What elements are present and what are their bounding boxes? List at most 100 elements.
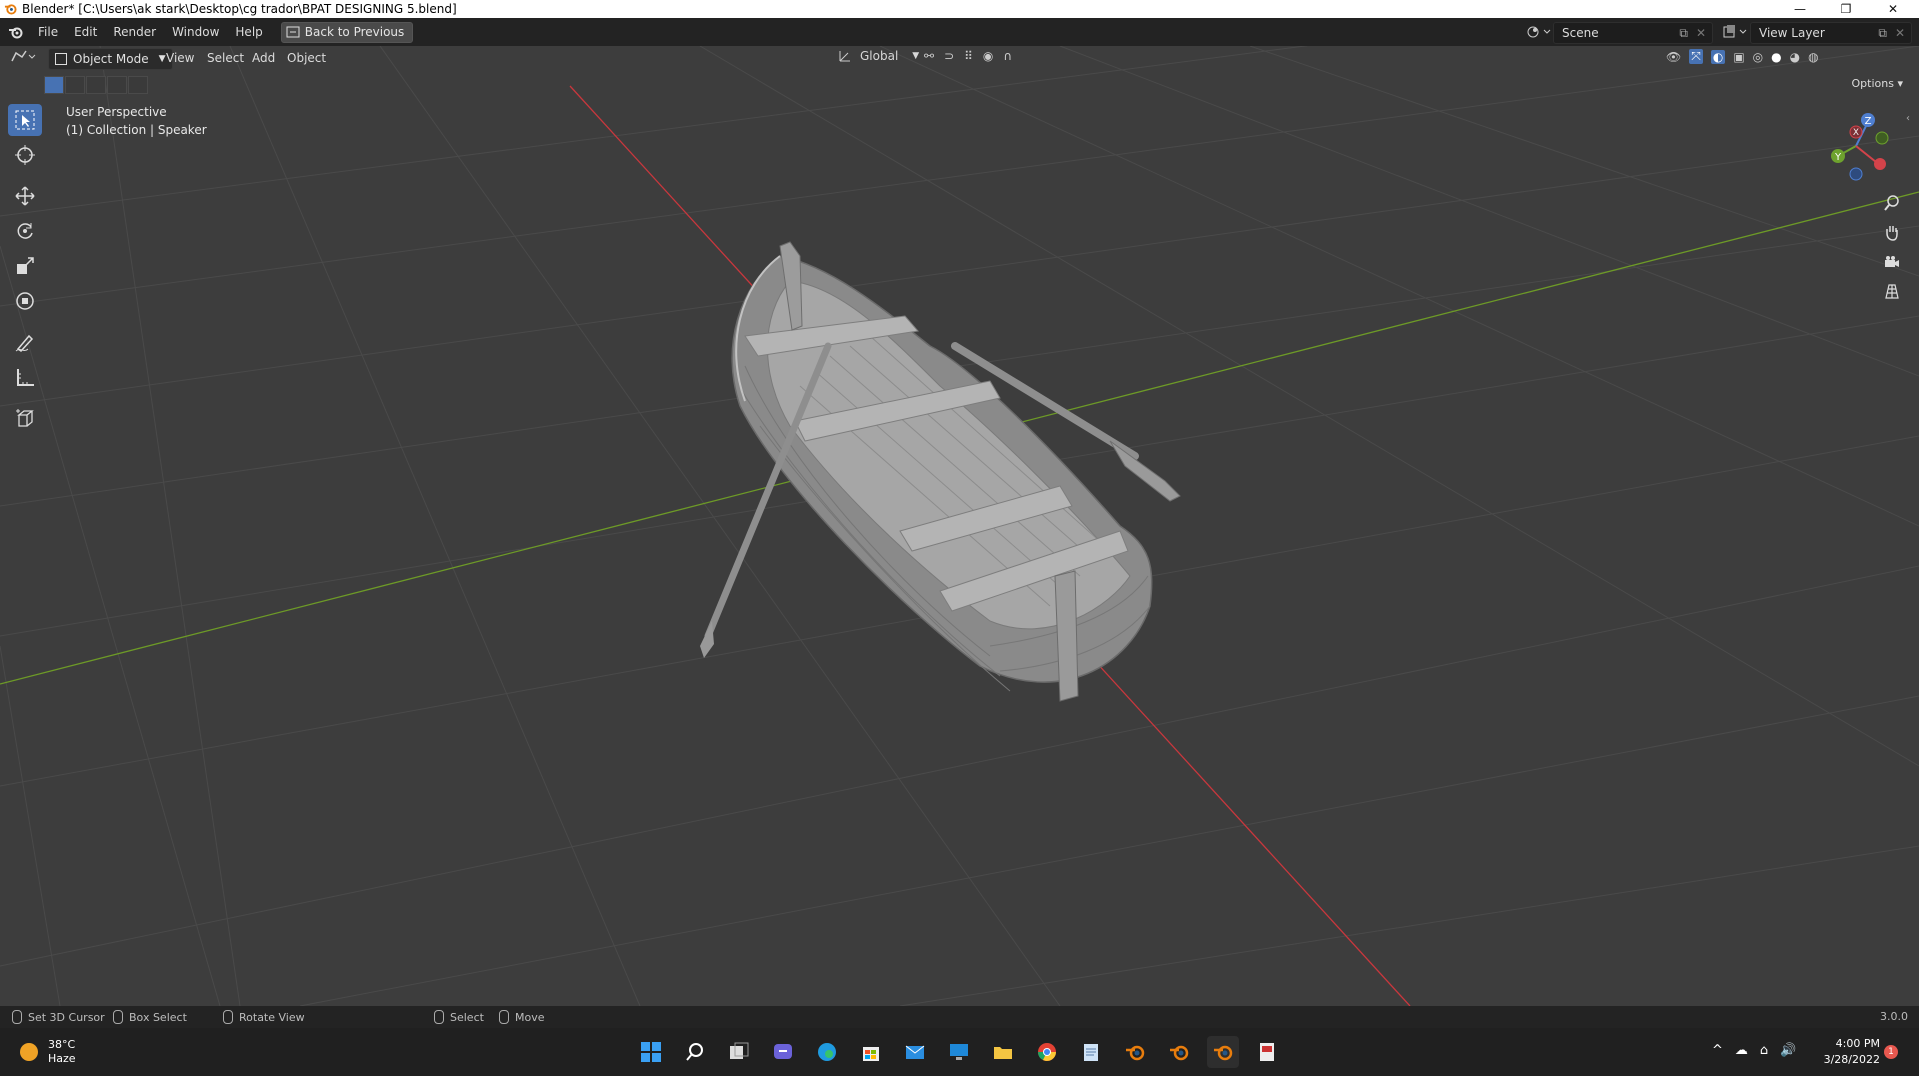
store-button[interactable] [855,1036,887,1068]
annotate-tool[interactable] [8,326,42,358]
sidebar-toggle-icon[interactable]: ‹ [1906,113,1910,124]
task-view-button[interactable] [723,1036,755,1068]
menu-edit[interactable]: Edit [66,22,105,42]
notification-badge[interactable]: 1 [1884,1045,1898,1059]
measure-tool[interactable] [8,361,42,393]
scene-selector[interactable]: Scene ⧉ ✕ [1553,22,1713,44]
file-explorer-button[interactable] [987,1036,1019,1068]
select-box-tool[interactable] [8,104,42,136]
pan-view-button[interactable] [1879,219,1905,245]
select-intersect-mode-icon[interactable] [128,76,148,94]
rendered-shading-icon[interactable]: ◍ [1808,50,1818,64]
object-mode-dropdown[interactable]: Object Mode ▼ [48,48,173,70]
select-subtract-mode-icon[interactable] [86,76,106,94]
clock[interactable]: 4:00 PM 3/28/2022 [1820,1036,1880,1068]
notepad-button[interactable] [1075,1036,1107,1068]
viewport-canvas[interactable] [0,46,1919,1006]
start-button[interactable] [635,1036,667,1068]
menu-object[interactable]: Object [287,49,326,67]
gizmo-toggle-icon[interactable]: ⤧ [1689,49,1703,64]
restore-button[interactable]: ❐ [1823,0,1869,18]
scene-type-icon[interactable] [1526,24,1552,43]
options-dropdown[interactable]: Options ▾ [1852,77,1903,90]
menu-help[interactable]: Help [227,22,270,42]
toggle-perspective-button[interactable] [1879,278,1905,304]
network-icon[interactable]: ⌂ [1760,1043,1768,1058]
chrome-button[interactable] [1031,1036,1063,1068]
transform-orientation-dropdown[interactable]: Global ▼ [838,49,919,63]
search-button[interactable] [679,1036,711,1068]
rotate-icon [17,223,33,239]
weather-description: Haze [48,1052,76,1065]
view-layer-selector[interactable]: View Layer ⧉ ✕ [1750,22,1912,44]
close-button[interactable]: ✕ [1870,0,1916,18]
move-tool[interactable] [8,180,42,212]
back-to-previous-button[interactable]: Back to Previous [280,21,414,43]
neg-y-icon [1875,131,1889,145]
show-hidden-icons-chevron-up-icon[interactable]: ^ [1712,1043,1723,1058]
scale-tool[interactable] [8,250,42,282]
object-mode-label: Object Mode [73,52,149,66]
menu-select[interactable]: Select [207,49,244,67]
snap-magnet-icon[interactable]: ⊃ [944,49,954,63]
minimize-button[interactable]: — [1777,0,1823,18]
navigation-gizmo[interactable]: Z Y X [1820,108,1900,188]
camera-view-button[interactable] [1879,249,1905,275]
blender-taskbar-button-2[interactable] [1163,1036,1195,1068]
menu-view[interactable]: View [166,49,194,67]
clock-date: 3/28/2022 [1823,1053,1880,1066]
edge-browser-button[interactable] [811,1036,843,1068]
zoom-view-button[interactable] [1879,190,1905,216]
document-app-icon [1260,1043,1274,1061]
blender-taskbar-button-1[interactable] [1119,1036,1151,1068]
menu-file[interactable]: File [30,22,66,42]
select-invert-mode-icon[interactable] [107,76,127,94]
scene-copy-icon[interactable]: ⧉ [1679,26,1688,41]
blender-logo-icon [4,4,17,15]
wireframe-shading-icon[interactable]: ◎ [1753,50,1763,64]
overlay-toggle-icon[interactable]: ◐ [1710,49,1726,64]
status-set-3d-cursor: Set 3D Cursor [12,1010,105,1024]
editor-type-icon[interactable] [10,49,38,68]
blender-taskbar-button-active[interactable] [1207,1036,1239,1068]
solid-shading-icon[interactable]: ● [1771,50,1781,64]
view-layer-icon[interactable] [1722,24,1748,43]
scene-close-icon[interactable]: ✕ [1696,26,1706,40]
material-shading-icon[interactable]: ◕ [1790,50,1800,64]
blender-menu-icon[interactable] [8,24,24,40]
sun-icon [20,1043,38,1061]
falloff-curve-icon[interactable]: ∩ [1003,49,1012,63]
visibility-icon[interactable]: 👁 [1666,50,1681,64]
rotate-tool[interactable] [8,215,42,247]
weather-widget[interactable]: 38°C Haze [20,1038,76,1066]
mouse-left-icon [12,1010,22,1024]
snap-grid-icon[interactable]: ⠿ [964,49,973,63]
view-layer-close-icon[interactable]: ✕ [1895,26,1905,40]
menu-window[interactable]: Window [164,22,227,42]
menu-render[interactable]: Render [105,22,164,42]
select-extend-mode-icon[interactable] [65,76,85,94]
teams-chat-button[interactable] [767,1036,799,1068]
onedrive-cloud-icon[interactable]: ☁ [1735,1043,1748,1058]
volume-icon[interactable]: 🔊 [1780,1043,1796,1058]
xray-toggle-icon[interactable]: ▣ [1733,50,1744,64]
select-cursor-icon [15,110,35,130]
view-layer-copy-icon[interactable]: ⧉ [1878,26,1887,41]
status-rotate-view: Rotate View [223,1010,305,1024]
transform-tool[interactable] [8,285,42,317]
cursor-tool[interactable] [8,139,42,171]
status-select: Select [434,1010,484,1024]
monitor-icon [950,1044,968,1060]
pivot-icon[interactable]: ⚯ [924,49,934,63]
app-taskbar-button[interactable] [1251,1036,1283,1068]
add-cube-tool[interactable] [8,402,42,434]
mail-button[interactable] [899,1036,931,1068]
scale-icon [17,257,34,274]
select-new-mode-icon[interactable] [44,76,64,94]
remote-desktop-button[interactable] [943,1036,975,1068]
menu-add[interactable]: Add [252,49,275,67]
hand-icon [1886,226,1898,241]
blender-icon [1214,1045,1233,1061]
proportional-edit-icon[interactable]: ◉ [983,49,993,63]
blender-version: 3.0.0 [1880,1010,1908,1023]
